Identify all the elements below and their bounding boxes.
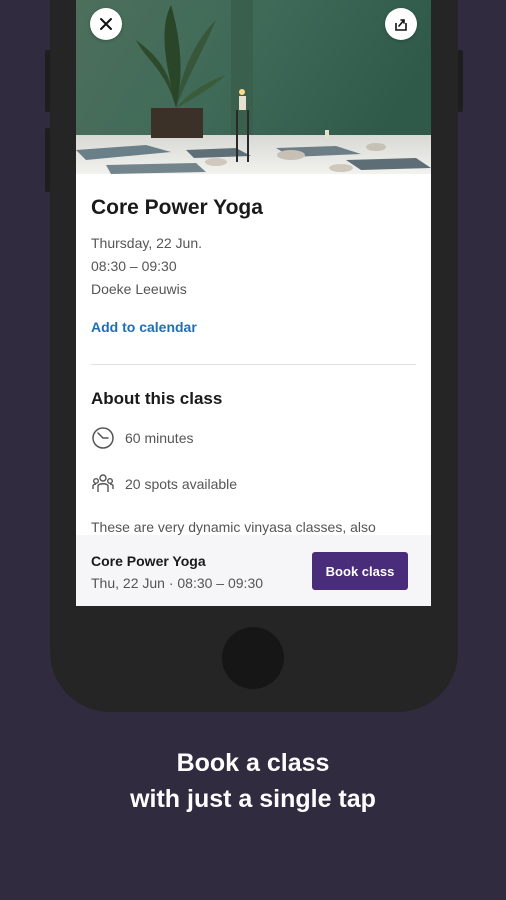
people-icon: [91, 472, 115, 496]
duration-text: 60 minutes: [125, 430, 194, 446]
share-button[interactable]: [385, 8, 417, 40]
about-section-title: About this class: [91, 389, 223, 408]
close-button[interactable]: [90, 8, 122, 40]
caption-line-2: with just a single tap: [130, 785, 376, 813]
caption-line-1: Book a class: [176, 749, 330, 777]
booking-bar: Core Power Yoga Thu, 22 Jun · 08:30 – 09…: [76, 535, 431, 606]
divider: [91, 364, 416, 365]
share-icon: [395, 19, 407, 31]
class-time: 08:30 – 09:30: [91, 258, 177, 274]
promo-caption: Book a class with just a single tap: [0, 745, 506, 817]
phone-home-button: [222, 627, 284, 689]
clock-icon: [91, 426, 115, 450]
class-description: These are very dynamic vinyasa classes, …: [91, 519, 376, 535]
app-screen: Core Power Yoga Thursday, 22 Jun. 08:30 …: [76, 0, 431, 606]
add-to-calendar-link[interactable]: Add to calendar: [91, 319, 197, 335]
class-date: Thursday, 22 Jun.: [91, 235, 203, 251]
class-hero-image: [76, 0, 431, 174]
spots-text: 20 spots available: [125, 476, 238, 492]
booking-bar-title: Core Power Yoga: [91, 553, 206, 569]
spots-row: 20 spots available: [91, 471, 237, 497]
class-teacher: Doeke Leeuwis: [91, 281, 187, 297]
book-class-button[interactable]: Book class: [312, 552, 408, 590]
class-title: Core Power Yoga: [91, 196, 263, 219]
booking-bar-subtitle: Thu, 22 Jun · 08:30 – 09:30: [91, 575, 264, 591]
duration-row: 60 minutes: [91, 425, 193, 451]
close-icon: [100, 18, 112, 30]
